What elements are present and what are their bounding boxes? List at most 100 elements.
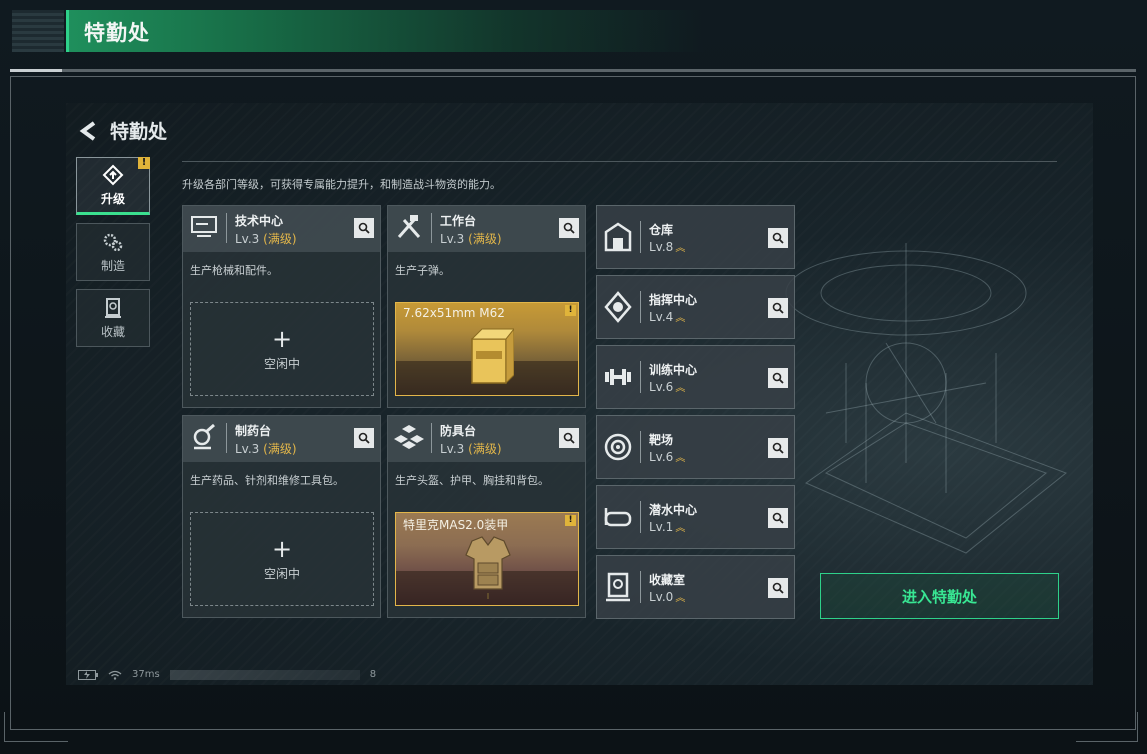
enter-button[interactable]: 进入特勤处 [820,573,1059,619]
search-button[interactable] [559,428,579,448]
upgrade-icon [102,164,124,185]
card-level: Lv.3 (满级) [440,232,502,246]
tab-upgrade[interactable]: 升级 ! [76,157,150,215]
card-name: 训练中心 [649,363,698,377]
back-arrow-icon [79,120,96,141]
search-button[interactable] [559,218,579,238]
card-header: 制药台 Lv.3 (满级) [183,416,380,462]
card-name: 工作台 [440,214,477,228]
search-icon [563,222,575,234]
search-button[interactable] [768,368,788,388]
card-desc: 生产药品、针剂和维修工具包。 [190,474,344,487]
upgrade-chevron-icon: ︽ [675,313,686,324]
frame-corner-left [4,712,68,742]
card-level: Lv.6 ︽ [649,380,686,394]
idle-label: 空闲中 [263,356,300,371]
card-name: 防具台 [440,424,477,438]
card-level: Lv.3 (满级) [440,442,502,456]
card-header: 防具台 Lv.3 (满级) [388,416,585,462]
search-icon [772,442,784,454]
warning-icon: ! [565,515,576,526]
search-button[interactable] [354,428,374,448]
idle-label: 空闲中 [263,566,300,581]
card-desc: 生产头盔、护甲、胸挂和背包。 [395,474,549,487]
upgrade-chevron-icon: ︽ [675,243,686,254]
facility-wireframe [785,243,1067,554]
status-bar: 37ms 8 [78,669,376,680]
card-collection-room[interactable]: 收藏室 Lv.0 ︽ [596,555,795,619]
ping-text: 37ms [132,669,160,680]
card-level: Lv.4 ︽ [649,310,686,324]
frame-corner-right [1076,712,1138,742]
product-name: 特里克MAS2.0装甲 [403,518,509,532]
search-icon [772,372,784,384]
card-desc: 生产子弹。 [395,264,450,277]
back-button[interactable]: 特勤处 [78,117,167,144]
warning-icon: ! [565,305,576,316]
app-root: 特勤处 特勤处 升级 ! 制造 收藏 升级各部门等级，可获得专属能力提升，和制造… [0,0,1147,754]
search-button[interactable] [768,298,788,318]
card-training-center[interactable]: 训练中心 Lv.6 ︽ [596,345,795,409]
header-bar: 特勤处 [12,10,1132,52]
upgrade-chevron-icon: ︽ [675,453,686,464]
side-tabs: 升级 ! 制造 收藏 [76,157,150,355]
card-command-center[interactable]: 指挥中心 Lv.4 ︽ [596,275,795,339]
tab-craft[interactable]: 制造 [76,223,150,281]
header-grip [12,10,64,52]
tech-center-icon [191,216,217,237]
card-level: Lv.1 ︽ [649,520,686,534]
card-name: 仓库 [649,223,674,237]
idle-slot[interactable]: + 空闲中 [190,512,374,606]
card-tech-center[interactable]: 技术中心 Lv.3 (满级) 生产枪械和配件。 + 空闲中 [182,205,381,408]
card-header: 工作台 Lv.3 (满级) [388,206,585,252]
armor-bench-icon [394,425,424,449]
idle-slot[interactable]: + 空闲中 [190,302,374,396]
search-icon [772,302,784,314]
warning-icon: ! [138,157,150,169]
card-diving-center[interactable]: 潜水中心 Lv.1 ︽ [596,485,795,549]
card-level: Lv.6 ︽ [649,450,686,464]
upgrade-chevron-icon: ︽ [675,593,686,604]
search-button[interactable] [354,218,374,238]
ammo-box-icon [470,328,514,385]
card-armor-bench[interactable]: 防具台 Lv.3 (满级) 生产头盔、护甲、胸挂和背包。 特里克MAS2.0装甲… [387,415,586,618]
card-pharmacy[interactable]: 制药台 Lv.3 (满级) 生产药品、针剂和维修工具包。 + 空闲中 [182,415,381,618]
card-name: 潜水中心 [649,503,698,517]
card-name: 制药台 [235,424,272,438]
header-divider [10,69,1136,72]
tab-upgrade-label: 升级 [100,191,125,206]
battery-icon [78,669,98,680]
card-level: Lv.8 ︽ [649,240,686,254]
collection-icon [105,297,121,318]
search-icon [772,512,784,524]
training-center-icon [605,369,631,385]
description-text: 升级各部门等级，可获得专属能力提升，和制造战斗物资的能力。 [182,178,501,191]
search-button[interactable] [768,508,788,528]
production-item[interactable]: 7.62x51mm M62 ! [395,302,579,396]
card-header: 技术中心 Lv.3 (满级) [183,206,380,252]
page-title: 特勤处 [84,21,150,45]
search-button[interactable] [768,578,788,598]
card-name: 靶场 [649,433,674,447]
search-button[interactable] [768,438,788,458]
card-level: Lv.0 ︽ [649,590,686,604]
product-name: 7.62x51mm M62 [403,306,505,320]
card-warehouse[interactable]: 仓库 Lv.8 ︽ [596,205,795,269]
diving-center-icon [604,508,632,527]
status-value: 8 [369,669,377,680]
card-level: Lv.3 (满级) [235,232,297,246]
plus-icon: + [271,324,293,353]
search-button[interactable] [768,228,788,248]
search-icon [358,222,370,234]
wifi-icon [108,670,122,680]
warehouse-icon [604,222,632,252]
header-band [66,10,706,52]
collection-room-icon [606,572,630,602]
card-shooting-range[interactable]: 靶场 Lv.6 ︽ [596,415,795,479]
tab-collection[interactable]: 收藏 [76,289,150,347]
upgrade-chevron-icon: ︽ [675,523,686,534]
card-level: Lv.3 (满级) [235,442,297,456]
card-workbench[interactable]: 工作台 Lv.3 (满级) 生产子弹。 7.62x51mm M62 ! [387,205,586,408]
game-screen: 特勤处 升级 ! 制造 收藏 升级各部门等级，可获得专属能力提升，和制造战斗物资… [66,103,1093,685]
production-item[interactable]: 特里克MAS2.0装甲 ! [395,512,579,606]
